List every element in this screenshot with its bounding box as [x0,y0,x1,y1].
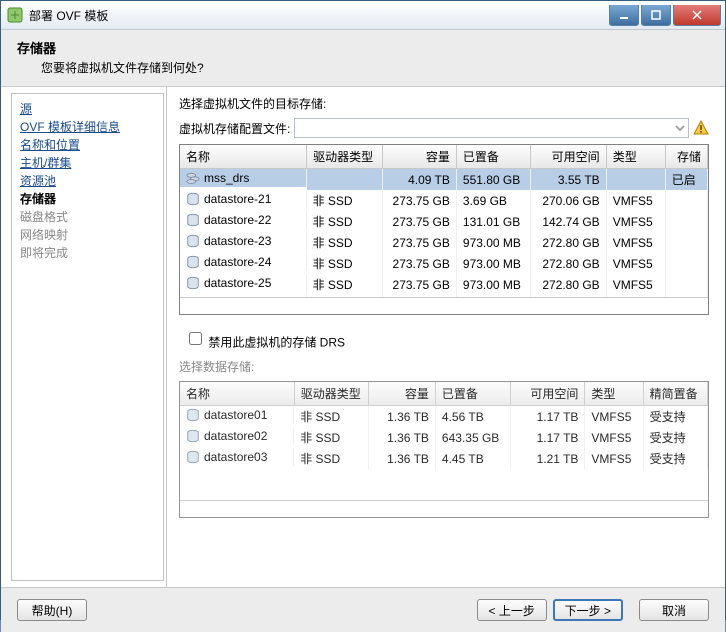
col-provisioned[interactable]: 已置备 [435,382,510,406]
help-button[interactable]: 帮助(H) [17,599,87,621]
datastore-icon [186,213,200,227]
h-scrollbar[interactable] [180,297,708,314]
select-datastore2-label: 选择数据存储: [179,358,709,375]
window-title: 部署 OVF 模板 [29,7,607,24]
dialog-footer: 帮助(H) < 上一步 下一步 > 取消 [1,587,725,632]
warning-icon [693,120,709,136]
col-free[interactable]: 可用空间 [530,145,606,169]
nav-source[interactable]: 源 [20,100,155,118]
datastore-icon [186,429,200,443]
close-button[interactable] [673,5,721,26]
cluster-table: 名称 驱动器类型 容量 已置备 可用空间 类型 精简置备 datastore01… [179,381,709,518]
cluster-scroll[interactable]: datastore01非 SSD1.36 TB4.56 TB1.17 TBVMF… [180,406,708,476]
table-row[interactable]: datastore-24非 SSD273.75 GB973.00 MB272.8… [180,253,708,274]
col-type[interactable]: 类型 [606,145,665,169]
nav-ready: 即将完成 [20,244,155,262]
col-capacity[interactable]: 容量 [383,145,457,169]
maximize-button[interactable] [641,5,671,26]
back-button[interactable]: < 上一步 [477,599,547,621]
table-row[interactable]: datastore01非 SSD1.36 TB4.56 TB1.17 TBVMF… [180,406,708,427]
page-header: 存储器 您要将虚拟机文件存储到何处? [1,30,725,87]
col-drive[interactable]: 驱动器类型 [294,382,369,406]
body: 源 OVF 模板详细信息 名称和位置 主机/群集 资源池 存储器 磁盘格式 网络… [1,87,725,587]
col-type[interactable]: 类型 [585,382,643,406]
app-icon [7,7,23,23]
table-row[interactable]: mss_drs4.09 TB551.80 GB3.55 TB已启 [180,169,708,190]
datastore-icon [186,192,200,206]
storage-profile-row: 虚拟机存储配置文件: [179,118,709,138]
nav-resource-pool[interactable]: 资源池 [20,172,155,190]
nav-disk-format: 磁盘格式 [20,208,155,226]
window-buttons [607,5,721,25]
disable-drs-label[interactable]: 禁用此虚拟机的存储 DRS [208,335,345,349]
col-provisioned[interactable]: 已置备 [456,145,530,169]
nav-details[interactable]: OVF 模板详细信息 [20,118,155,136]
datastore-icon [186,276,200,290]
profile-label: 虚拟机存储配置文件: [179,120,290,137]
col-drive[interactable]: 驱动器类型 [307,145,383,169]
page-title: 存储器 [17,38,709,57]
table-row[interactable]: datastore-25非 SSD273.75 GB973.00 MB272.8… [180,274,708,295]
main-panel: 选择虚拟机文件的目标存储: 虚拟机存储配置文件: 名称 驱动器类型 容量 已置备… [167,87,725,587]
datastore-cluster-icon [186,171,200,185]
table-row[interactable]: datastore-23非 SSD273.75 GB973.00 MB272.8… [180,232,708,253]
table-header-row: 名称 驱动器类型 容量 已置备 可用空间 类型 精简置备 [180,382,708,406]
table-row[interactable]: datastore-21非 SSD273.75 GB3.69 GB270.06 … [180,190,708,211]
col-name[interactable]: 名称 [180,145,307,169]
nav-network-mapping: 网络映射 [20,226,155,244]
nav-name-location[interactable]: 名称和位置 [20,136,155,154]
col-name[interactable]: 名称 [180,382,294,406]
datastore-icon [186,255,200,269]
col-storage[interactable]: 存储 [665,145,707,169]
page-subtitle: 您要将虚拟机文件存储到何处? [41,59,709,76]
wizard-sidebar: 源 OVF 模板详细信息 名称和位置 主机/群集 资源池 存储器 磁盘格式 网络… [1,87,167,587]
nav-storage[interactable]: 存储器 [20,190,155,208]
col-free[interactable]: 可用空间 [510,382,585,406]
storage-profile-select[interactable] [294,118,689,138]
table-row[interactable]: datastore03非 SSD1.36 TB4.45 TB1.21 TBVMF… [180,448,708,469]
cancel-button[interactable]: 取消 [639,599,709,621]
datastore-scroll[interactable]: mss_drs4.09 TB551.80 GB3.55 TB已启datastor… [180,169,708,297]
table-row[interactable]: datastore02非 SSD1.36 TB643.35 GB1.17 TBV… [180,427,708,448]
table-header-row: 名称 驱动器类型 容量 已置备 可用空间 类型 存储 [180,145,708,169]
datastore-icon [186,234,200,248]
datastore-icon [186,408,200,422]
next-button[interactable]: 下一步 > [553,599,623,621]
dialog-window: 部署 OVF 模板 存储器 您要将虚拟机文件存储到何处? 源 OVF 模板详细信… [0,0,726,620]
datastore-table: 名称 驱动器类型 容量 已置备 可用空间 类型 存储 mss_drs4.09 T… [179,144,709,315]
h-scrollbar[interactable] [180,500,708,517]
col-thin[interactable]: 精简置备 [643,382,707,406]
col-capacity[interactable]: 容量 [369,382,435,406]
disable-drs-row: 禁用此虚拟机的存储 DRS [185,329,709,350]
nav-host-cluster[interactable]: 主机/群集 [20,154,155,172]
table-row[interactable]: datastore-22非 SSD273.75 GB131.01 GB142.7… [180,211,708,232]
select-datastore-label: 选择虚拟机文件的目标存储: [179,95,709,112]
minimize-button[interactable] [609,5,639,26]
disable-drs-checkbox[interactable] [189,332,202,345]
datastore-icon [186,450,200,464]
titlebar: 部署 OVF 模板 [1,1,725,30]
